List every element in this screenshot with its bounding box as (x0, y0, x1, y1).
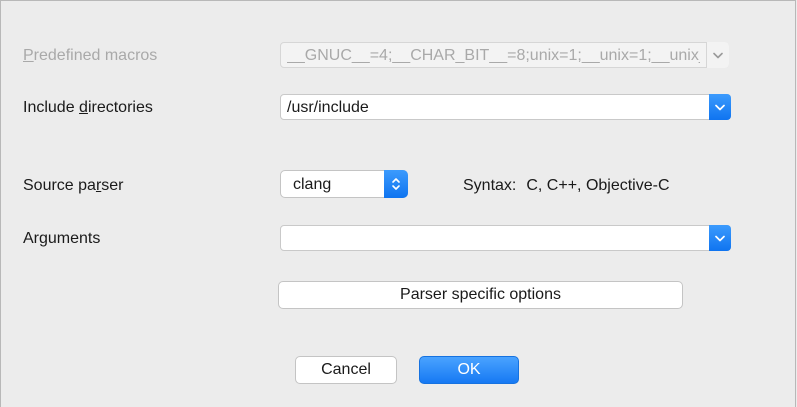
chevron-down-icon (713, 52, 723, 58)
predefined-macros-dropdown (706, 42, 729, 68)
syntax-info: Syntax: C, C++, Objective-C (463, 176, 670, 196)
include-directories-input[interactable]: /usr/include (287, 98, 702, 117)
source-parser-select[interactable]: clang (280, 170, 408, 198)
arguments-dropdown-button[interactable] (709, 225, 731, 251)
source-parser-label: Source parser (23, 177, 124, 194)
arguments-label: Arguments (23, 230, 101, 247)
syntax-value: C, C++, Objective-C (526, 177, 670, 194)
predefined-macros-label: Predefined macros (23, 47, 158, 64)
include-directories-label: Include directories (23, 99, 153, 116)
cancel-button[interactable]: Cancel (295, 356, 397, 384)
mnemonic: P (23, 47, 34, 64)
chevron-down-icon (715, 235, 725, 241)
parser-specific-options-button[interactable]: Parser specific options (278, 281, 683, 309)
arguments-combo[interactable] (280, 225, 731, 251)
source-parser-stepper[interactable] (384, 170, 408, 198)
predefined-macros-value: __GNUC__=4;__CHAR_BIT__=8;unix=1;__unix=… (287, 47, 700, 64)
ok-button[interactable]: OK (419, 356, 519, 384)
include-directories-dropdown-button[interactable] (709, 94, 731, 120)
chevron-down-icon (715, 104, 725, 110)
syntax-label: Syntax: (463, 177, 517, 194)
source-parser-value: clang (293, 176, 332, 193)
include-directories-combo[interactable]: /usr/include (280, 94, 731, 120)
up-down-chevron-icon (392, 178, 400, 190)
predefined-macros-combo: __GNUC__=4;__CHAR_BIT__=8;unix=1;__unix=… (280, 42, 729, 68)
mnemonic: d (79, 99, 88, 116)
dialog: Predefined macros __GNUC__=4;__CHAR_BIT_… (0, 0, 796, 407)
